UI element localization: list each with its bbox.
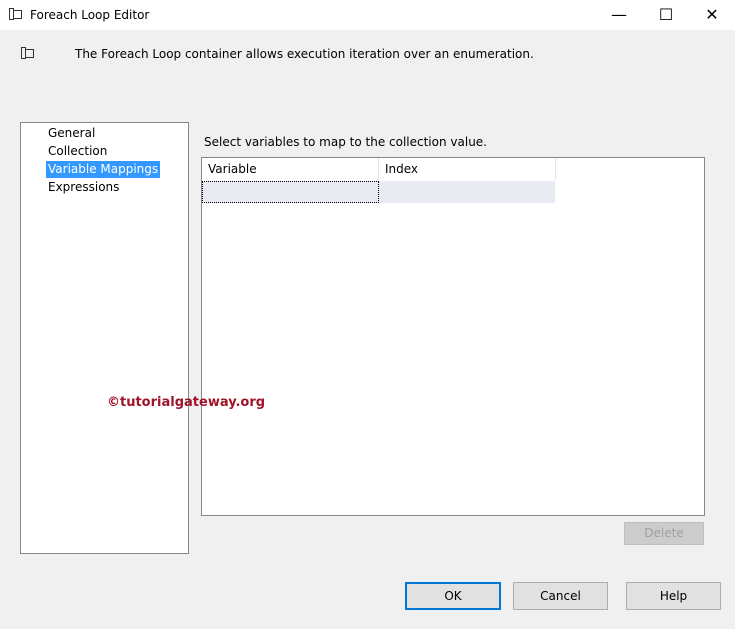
delete-button[interactable]: Delete [624, 522, 704, 545]
variable-cell[interactable] [202, 181, 379, 203]
window-title: Foreach Loop Editor [30, 8, 150, 22]
index-cell[interactable] [379, 181, 555, 203]
cancel-button[interactable]: Cancel [513, 582, 608, 610]
nav-item-collection[interactable]: Collection [46, 143, 109, 160]
close-button[interactable]: ✕ [697, 4, 727, 26]
description: The Foreach Loop container allows execut… [75, 47, 534, 61]
minimize-button[interactable]: — [604, 4, 634, 26]
foreach-loop-icon [21, 47, 34, 59]
prompt-label: Select variables to map to the collectio… [204, 135, 487, 149]
nav-item-expressions[interactable]: Expressions [46, 179, 121, 196]
nav-item-variable-mappings[interactable]: Variable Mappings [46, 161, 161, 178]
foreach-loop-icon [9, 8, 22, 20]
variable-mapping-grid: Variable Index [201, 157, 705, 516]
maximize-button[interactable]: ☐ [651, 4, 681, 26]
nav-item-general[interactable]: General [46, 125, 97, 142]
column-header-variable[interactable]: Variable [202, 158, 379, 180]
help-button[interactable]: Help [626, 582, 721, 610]
column-header-index[interactable]: Index [379, 158, 556, 180]
watermark: ©tutorialgateway.org [107, 395, 266, 410]
title-bar: Foreach Loop Editor — ☐ ✕ [0, 0, 735, 30]
page-list: General Collection Variable Mappings Exp… [20, 122, 189, 554]
ok-button[interactable]: OK [405, 582, 501, 610]
